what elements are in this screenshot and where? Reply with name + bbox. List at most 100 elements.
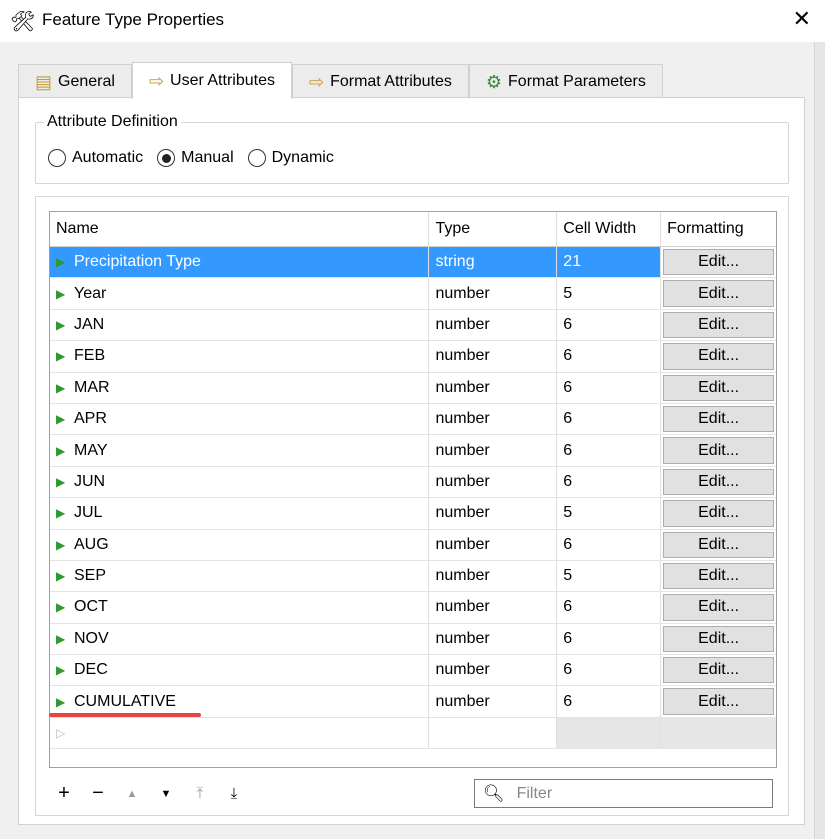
edit-button[interactable]: Edit...	[663, 468, 774, 496]
cell-type[interactable]: number	[429, 403, 558, 435]
cell-width[interactable]: 6	[557, 623, 662, 655]
edit-button[interactable]: Edit...	[663, 500, 774, 527]
header-formatting[interactable]: Formatting	[661, 212, 776, 246]
cell-type[interactable]: number	[429, 498, 558, 529]
cell-width[interactable]: 6	[557, 466, 662, 498]
edit-button[interactable]: Edit...	[663, 625, 774, 653]
cell-width[interactable]: 5	[557, 498, 662, 529]
table-row[interactable]: ▶ AUG number 6 Edit...	[50, 529, 776, 561]
cell-type[interactable]: number	[429, 372, 558, 403]
cell-width[interactable]: 6	[557, 309, 662, 341]
cell-type[interactable]: number	[429, 560, 558, 592]
cell-formatting: Edit...	[661, 498, 776, 528]
add-icon[interactable]: +	[54, 782, 74, 805]
cell-name[interactable]: ▶ FEB	[50, 341, 430, 372]
table-row[interactable]: ▶ MAY number 6 Edit...	[50, 435, 776, 467]
table-row[interactable]: ▶ NOV number 6 Edit...	[50, 623, 776, 656]
table-row[interactable]: ▶ SEP number 5 Edit...	[50, 560, 776, 593]
cell-type[interactable]: number	[429, 655, 558, 686]
cell-width[interactable]: 21	[557, 247, 662, 278]
table-row[interactable]: ▶ JAN number 6 Edit...	[50, 309, 776, 342]
edit-button[interactable]: Edit...	[663, 688, 774, 715]
cell-name[interactable]: ▶ JAN	[50, 309, 430, 341]
cell-width[interactable]: 6	[557, 341, 662, 372]
cell-type[interactable]: number	[429, 341, 558, 372]
edit-button[interactable]: Edit...	[663, 562, 774, 590]
cell-name[interactable]: ▶ DEC	[50, 655, 430, 686]
edit-button[interactable]: Edit...	[663, 531, 774, 558]
radio-automatic[interactable]: Automatic	[48, 149, 143, 167]
cell-width[interactable]: 6	[557, 655, 662, 686]
attribute-arrow-icon: ⇨	[308, 71, 325, 92]
table-row[interactable]: ▶ MAR number 6 Edit...	[50, 372, 776, 404]
edit-button[interactable]: Edit...	[663, 280, 774, 307]
header-cell-width[interactable]: Cell Width	[557, 212, 662, 246]
cell-name[interactable]: ▶ MAY	[50, 435, 430, 466]
cell-name[interactable]: ▶ JUN	[50, 466, 430, 498]
cell-type[interactable]: number	[429, 592, 558, 623]
table-row[interactable]: ▶ JUN number 6 Edit...	[50, 466, 776, 499]
tab-format-attributes[interactable]: ⇨ Format Attributes	[291, 64, 469, 99]
cell-type[interactable]: number	[429, 686, 558, 717]
tab-user-attributes[interactable]: ⇨ User Attributes	[131, 62, 292, 99]
edit-button[interactable]: Edit...	[663, 343, 774, 370]
cell-width[interactable]: 6	[557, 592, 662, 623]
cell-name[interactable]: ▷	[50, 717, 430, 749]
header-name[interactable]: Name	[50, 212, 430, 246]
cell-width[interactable]: 6	[557, 435, 662, 466]
cell-type[interactable]: number	[429, 623, 558, 655]
cell-name[interactable]: ▶ OCT	[50, 592, 430, 623]
table-row[interactable]: ▶ APR number 6 Edit...	[50, 403, 776, 436]
cell-width[interactable]: 6	[557, 372, 662, 403]
move-bottom-icon[interactable]: ⤓	[224, 785, 244, 802]
table-row[interactable]: ▶ DEC number 6 Edit...	[50, 655, 776, 687]
edit-button[interactable]: Edit...	[663, 657, 774, 684]
cell-type[interactable]: number	[429, 309, 558, 341]
filter-box[interactable]: 🔍︎	[474, 779, 773, 808]
table-row[interactable]: ▶ JUL number 5 Edit...	[50, 498, 776, 530]
edit-button[interactable]: Edit...	[663, 594, 774, 621]
cell-width[interactable]: 5	[557, 560, 662, 592]
edit-button[interactable]: Edit...	[663, 405, 774, 433]
cell-width[interactable]: 6	[557, 686, 662, 717]
cell-type[interactable]: number	[429, 466, 558, 498]
edit-button[interactable]: Edit...	[663, 311, 774, 339]
cell-name[interactable]: ▶ JUL	[50, 498, 430, 529]
cell-width[interactable]: 5	[557, 278, 662, 309]
move-up-icon[interactable]: ▲	[122, 788, 142, 800]
cell-width[interactable]: 6	[557, 403, 662, 435]
close-icon[interactable]: ✕	[793, 6, 811, 32]
cell-name[interactable]: ▶ APR	[50, 403, 430, 435]
table-row[interactable]: ▶ Precipitation Type string 21 Edit...	[50, 247, 776, 279]
move-top-icon[interactable]: ⤒	[190, 785, 210, 802]
edit-button[interactable]: Edit...	[663, 437, 774, 464]
header-type[interactable]: Type	[429, 212, 558, 246]
cell-type[interactable]: number	[429, 529, 558, 560]
radio-dynamic[interactable]: Dynamic	[247, 149, 334, 167]
cell-type[interactable]: number	[429, 435, 558, 466]
move-down-icon[interactable]: ▼	[156, 788, 176, 800]
cell-name[interactable]: ▶ Precipitation Type	[50, 247, 430, 278]
table-row[interactable]: ▶ Year number 5 Edit...	[50, 278, 776, 310]
new-attribute-row[interactable]: ▷	[50, 717, 776, 750]
cell-type[interactable]: string	[429, 247, 558, 278]
cell-width[interactable]: 6	[557, 529, 662, 560]
tab-general[interactable]: ▤ General	[18, 64, 132, 99]
cell-name[interactable]: ▶ SEP	[50, 560, 430, 592]
table-row[interactable]: ▶ OCT number 6 Edit...	[50, 592, 776, 624]
cell-type[interactable]	[429, 717, 558, 749]
remove-icon[interactable]: −	[88, 782, 108, 805]
radio-manual[interactable]: Manual	[157, 149, 234, 167]
tab-format-parameters[interactable]: ⚙ Format Parameters	[468, 64, 663, 99]
cell-name[interactable]: ▶ MAR	[50, 372, 430, 403]
cell-name[interactable]: ▶ Year	[50, 278, 430, 309]
cell-type[interactable]: number	[429, 278, 558, 309]
cell-name[interactable]: ▶ NOV	[50, 623, 430, 655]
cell-name[interactable]: ▶ AUG	[50, 529, 430, 560]
filter-input[interactable]	[514, 783, 755, 804]
cell-width	[557, 717, 662, 749]
edit-button[interactable]: Edit...	[663, 374, 774, 401]
edit-button[interactable]: Edit...	[663, 249, 774, 276]
table-row[interactable]: ▶ FEB number 6 Edit...	[50, 341, 776, 373]
search-icon: 🔍︎	[483, 783, 505, 803]
